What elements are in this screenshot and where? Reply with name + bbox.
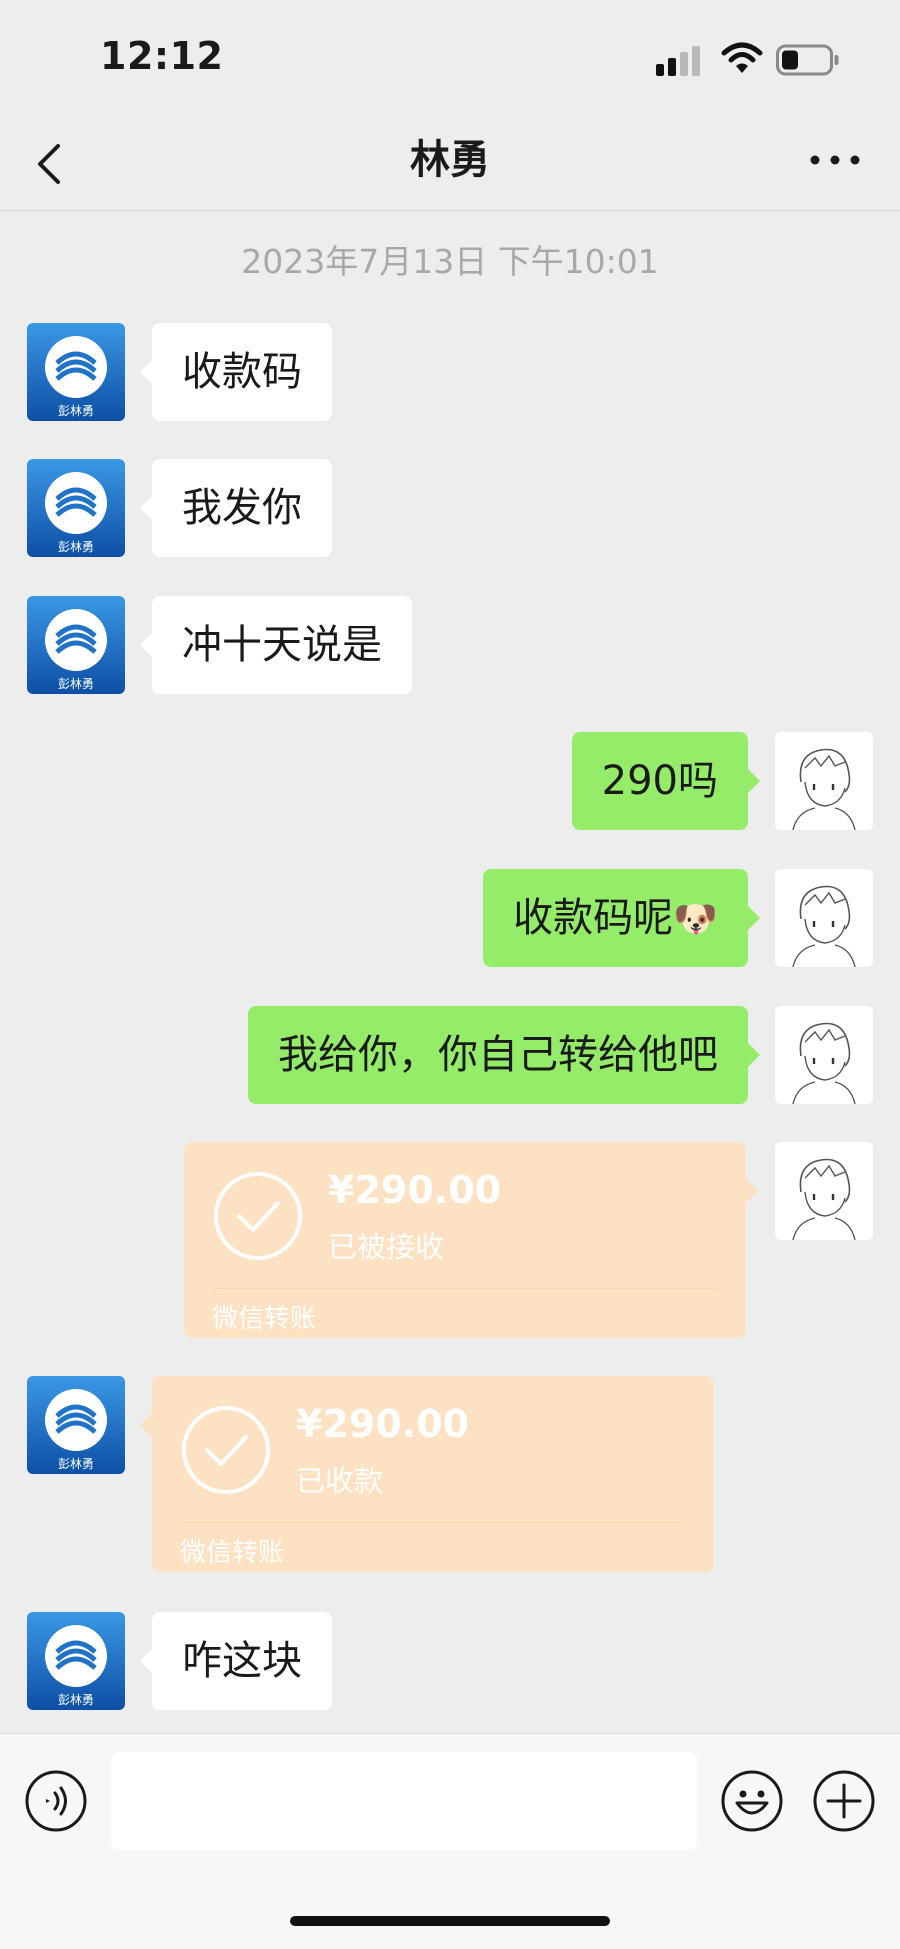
my-avatar[interactable] [775,1142,873,1240]
transfer-divider [180,1522,686,1523]
outgoing-message[interactable]: 我给你，你自己转给他吧 [248,1006,760,1104]
message-list[interactable]: 2023年7月13日 下午10:01 彭林勇 收款码 彭林勇 我发你 彭林勇 冲… [0,211,900,1731]
transfer-amount: ¥290.00 [296,1402,470,1446]
more-options-icon[interactable] [808,140,862,180]
my-avatar[interactable] [775,1006,873,1104]
status-bar: 12:12 [0,0,900,120]
dog-emoji-icon: 🐶 [673,899,718,940]
status-time: 12:12 [100,34,224,78]
message-text: 收款码呢 [513,895,674,941]
wifi-icon [721,42,763,73]
contact-avatar[interactable]: 彭林勇 [27,596,125,694]
input-bar [0,1733,900,1949]
contact-name-title: 林勇 [410,137,490,183]
contact-avatar[interactable]: 彭林勇 [27,323,125,421]
emoji-icon[interactable] [720,1769,784,1833]
incoming-message[interactable]: 咋这块 [140,1612,332,1710]
incoming-message[interactable]: 我发你 [140,459,332,557]
outgoing-transfer-card[interactable]: ¥290.00 已被接收 微信转账 [184,1142,758,1338]
transfer-divider [212,1288,718,1289]
avatar-caption: 彭林勇 [58,1457,94,1471]
transfer-check-icon [214,1172,302,1260]
contact-avatar[interactable]: 彭林勇 [27,1612,125,1710]
avatar-caption: 彭林勇 [58,404,94,418]
incoming-transfer-card[interactable]: ¥290.00 已收款 微信转账 [140,1376,714,1572]
avatar-caption: 彭林勇 [58,540,94,554]
contact-avatar[interactable]: 彭林勇 [27,459,125,557]
home-indicator[interactable] [290,1916,610,1926]
cellular-signal-icon [656,44,704,76]
avatar-caption: 彭林勇 [58,1693,94,1707]
outgoing-message[interactable]: 290吗 [571,732,761,830]
outgoing-message[interactable]: 收款码呢🐶 [483,869,760,967]
battery-icon [776,44,839,76]
incoming-message[interactable]: 冲十天说是 [140,596,412,694]
chat-header: 林勇 [0,120,900,211]
my-avatar[interactable] [775,869,873,967]
transfer-amount: ¥290.00 [328,1168,502,1212]
transfer-footer: 微信转账 [212,1304,317,1334]
transfer-status: 已被接收 [328,1230,445,1264]
avatar-caption: 彭林勇 [58,677,94,691]
message-timestamp: 2023年7月13日 下午10:01 [241,242,659,281]
my-avatar[interactable] [775,732,873,830]
voice-input-icon[interactable] [24,1769,88,1833]
transfer-status: 已收款 [296,1464,384,1498]
plus-icon[interactable] [812,1769,876,1833]
transfer-footer: 微信转账 [180,1538,285,1568]
contact-avatar[interactable]: 彭林勇 [27,1376,125,1474]
message-input[interactable] [111,1752,697,1850]
incoming-message[interactable]: 收款码 [140,323,332,421]
transfer-check-icon [182,1406,270,1494]
